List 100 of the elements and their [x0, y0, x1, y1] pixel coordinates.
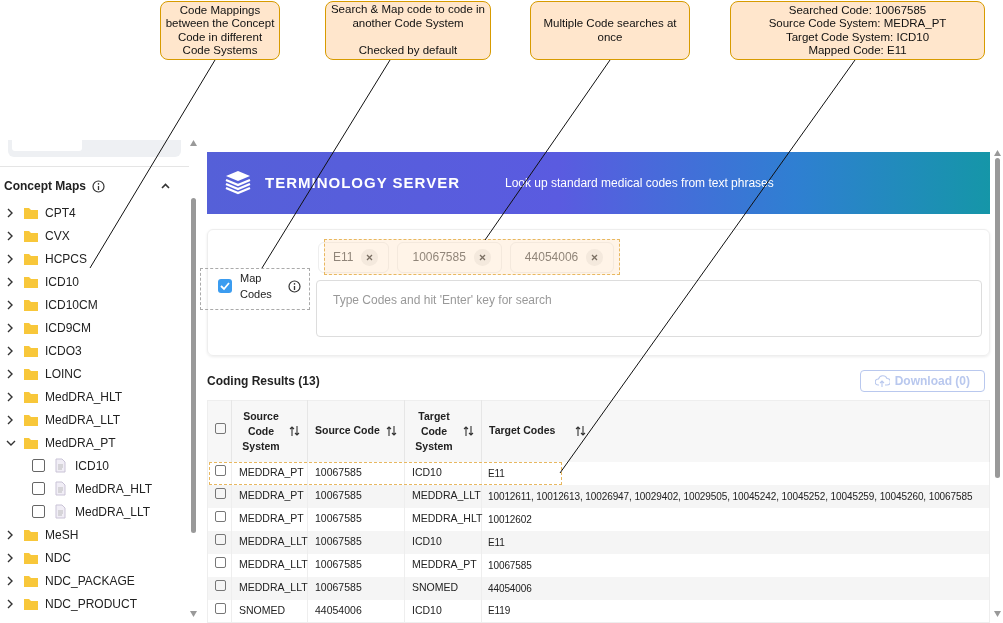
- search-input-field[interactable]: Type Codes and hit 'Enter' key for search: [316, 279, 982, 337]
- sort-icon[interactable]: [575, 425, 587, 438]
- scroll-down-icon[interactable]: [993, 611, 1001, 617]
- checkbox[interactable]: [32, 482, 45, 495]
- table-cell: MEDDRA_PT: [231, 484, 308, 508]
- info-icon[interactable]: [92, 179, 105, 193]
- search-field[interactable]: [8, 140, 181, 157]
- checkbox[interactable]: [215, 423, 226, 435]
- folder-icon: [23, 412, 39, 427]
- folder-icon: [23, 320, 39, 335]
- table-cell: MEDDRA_LLT: [231, 553, 308, 577]
- checkbox[interactable]: [32, 459, 45, 472]
- checkbox[interactable]: [215, 465, 226, 477]
- check-icon: [219, 280, 231, 293]
- folder-icon: [23, 550, 39, 565]
- checkbox[interactable]: [215, 557, 226, 569]
- table-cell: ICD10: [404, 530, 482, 554]
- note-text: Target Code System: ICD10: [785, 30, 930, 44]
- scrollbar-thumb[interactable]: [994, 158, 1000, 478]
- cloud-upload-icon: [874, 374, 890, 388]
- info-icon[interactable]: [288, 279, 301, 293]
- table-cell: MEDDRA_LLT: [404, 484, 482, 508]
- document-icon: [54, 504, 66, 519]
- note-text: Checked by default: [358, 44, 458, 58]
- folder-icon: [23, 389, 39, 404]
- tree-item[interactable]: MedDRA_LLT: [75, 502, 151, 521]
- folder-icon: [23, 205, 39, 220]
- section-title: Concept Maps: [4, 178, 86, 195]
- folder-icon: [23, 251, 39, 266]
- note-text: Searched Code: 10067585: [788, 3, 927, 17]
- sort-icon[interactable]: [289, 425, 300, 438]
- tree-item[interactable]: MedDRA_HLT: [45, 387, 123, 406]
- close-icon: [477, 253, 487, 263]
- tree-item[interactable]: ICDO3: [45, 341, 82, 360]
- tree-item[interactable]: NDC_PACKAGE: [45, 571, 135, 590]
- checkbox-label: Map Codes: [240, 271, 273, 303]
- checkbox[interactable]: [218, 279, 232, 294]
- table-cell: 10067585: [307, 507, 405, 531]
- note-text: Mapped Code: E11: [808, 44, 907, 58]
- sort-icon[interactable]: [463, 425, 474, 438]
- table-cell: 10067585: [307, 484, 405, 508]
- note-text: Source Code System: MEDRA_PT: [768, 17, 947, 31]
- scroll-up-icon[interactable]: [189, 140, 197, 146]
- column-header[interactable]: Target Codes: [489, 423, 556, 440]
- tree-item[interactable]: ICD10: [45, 272, 79, 291]
- table-cell: 44054006: [307, 599, 405, 623]
- document-icon: [54, 481, 66, 496]
- tree-item[interactable]: CVX: [45, 226, 70, 245]
- tree-item[interactable]: NDC: [45, 548, 71, 567]
- remove-button[interactable]: [361, 248, 379, 266]
- tree-item[interactable]: ICD10CM: [45, 295, 98, 314]
- table-cell: MEDDRA_HLT: [404, 507, 482, 531]
- table-cell: MEDDRA_LLT: [231, 576, 308, 600]
- checkbox[interactable]: [215, 488, 226, 500]
- checkbox[interactable]: [32, 505, 45, 518]
- scroll-down-icon[interactable]: [189, 611, 197, 617]
- scrollbar-thumb[interactable]: [190, 198, 196, 533]
- table-cell: E119: [481, 599, 990, 623]
- column-header[interactable]: Source Code: [315, 423, 380, 440]
- checkbox[interactable]: [215, 580, 226, 592]
- scroll-up-icon[interactable]: [993, 150, 1001, 156]
- tree-item[interactable]: LOINC: [45, 364, 82, 383]
- close-icon: [590, 253, 600, 263]
- table-cell: SNOMED: [404, 576, 482, 600]
- tree-item[interactable]: MedDRA_PT: [45, 433, 116, 452]
- table-cell: SNOMED: [231, 599, 308, 623]
- checkbox[interactable]: [215, 511, 226, 523]
- folder-icon: [23, 573, 39, 588]
- chip-label: 44054006: [524, 249, 579, 267]
- remove-button[interactable]: [473, 248, 491, 266]
- tree-item[interactable]: ICD9CM: [45, 318, 91, 337]
- tree-item[interactable]: MedDRA_HLT: [75, 479, 153, 498]
- table-cell: ICD10: [404, 599, 482, 623]
- checkbox[interactable]: [215, 602, 226, 614]
- checkbox[interactable]: [215, 534, 226, 546]
- folder-icon: [23, 435, 39, 450]
- table-cell: 44054006: [481, 576, 990, 600]
- tree-item[interactable]: NDC_PRODUCT: [45, 594, 137, 613]
- table-cell: MEDDRA_PT: [404, 553, 482, 577]
- folder-icon: [23, 297, 39, 312]
- table-cell: 10067585: [307, 576, 405, 600]
- remove-button[interactable]: [586, 248, 604, 266]
- folder-icon: [23, 228, 39, 243]
- chip-label: 10067585: [412, 249, 466, 267]
- tree-item[interactable]: HCPCS: [45, 249, 87, 268]
- tree-item[interactable]: CPT4: [45, 203, 76, 222]
- folder-icon: [23, 274, 39, 289]
- folder-icon: [23, 527, 39, 542]
- table-cell: MEDDRA_PT: [231, 507, 308, 531]
- chip-label: E11: [333, 249, 354, 267]
- table-cell: 10067585: [307, 530, 405, 554]
- tree-item[interactable]: MeSH: [45, 525, 79, 544]
- folder-icon: [23, 343, 39, 358]
- tree-item[interactable]: ICD10: [75, 456, 109, 475]
- tree-item[interactable]: MedDRA_LLT: [45, 410, 121, 429]
- folder-icon: [23, 366, 39, 381]
- sort-icon[interactable]: [386, 425, 397, 438]
- table-cell: 10067585: [481, 553, 990, 577]
- note-text: Search & Map code to code in another Code System: [329, 3, 487, 31]
- table-cell: 10012602: [481, 507, 990, 531]
